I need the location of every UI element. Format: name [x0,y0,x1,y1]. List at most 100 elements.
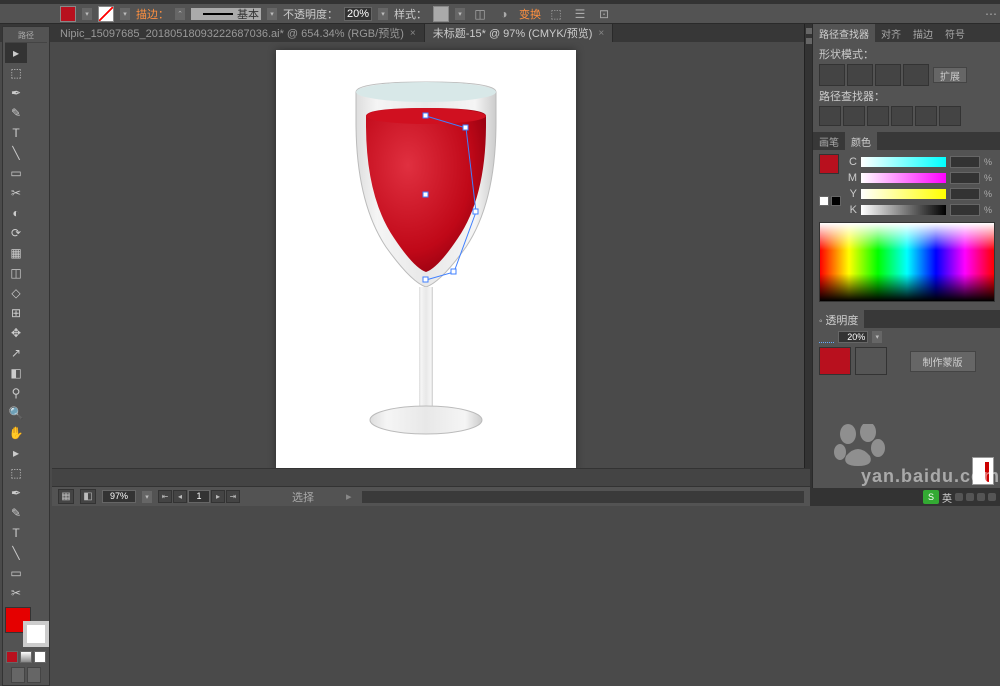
expand-button[interactable]: 扩展 [933,67,967,83]
stroke-style-select[interactable]: 基本 [191,8,261,20]
tool[interactable]: ▸ [5,443,27,463]
panel-tab[interactable]: 路径查找器 [813,24,875,42]
transform-label[interactable]: 变换 [519,6,541,22]
minus-back-icon[interactable] [939,106,961,126]
panel-fill-swatch[interactable] [819,154,839,174]
panel-tab[interactable]: 颜色 [845,132,877,150]
m-value[interactable] [950,172,980,184]
document-tab[interactable]: 未标题-15* @ 97% (CMYK/预览)× [425,24,614,42]
stroke-dropdown[interactable]: ▾ [120,8,130,20]
color-spectrum[interactable] [819,222,995,302]
white-swatch[interactable] [819,196,829,206]
divide-icon[interactable] [819,106,841,126]
stroke-color[interactable] [23,621,49,647]
tool-symbol[interactable]: ⊞ [5,303,27,323]
tool-selection[interactable]: ▸ [5,43,27,63]
document-tab[interactable]: Nipic_15097685_20180518093222687036.ai* … [52,24,425,42]
tool[interactable]: ╲ [5,543,27,563]
y-value[interactable] [950,188,980,200]
outline-icon[interactable] [915,106,937,126]
solid-color[interactable] [6,651,18,663]
zoom-input[interactable]: 97% [102,490,136,503]
mask-thumb[interactable] [855,347,887,375]
c-slider[interactable] [861,157,946,167]
tool[interactable]: ✂ [5,583,27,603]
k-value[interactable] [950,204,980,216]
h-scrollbar[interactable] [362,491,804,503]
crop-icon[interactable] [891,106,913,126]
trim-icon[interactable] [843,106,865,126]
merge-icon[interactable] [867,106,889,126]
tool-brush[interactable]: ✎ [5,103,27,123]
tool-hand[interactable]: ✋ [5,423,27,443]
tool-free-transform[interactable]: ✥ [5,323,27,343]
tool-zoom[interactable]: 🔍 [5,403,27,423]
doc-info-icon[interactable]: ◫ [471,5,489,23]
next-artboard[interactable]: ▸ [211,490,225,503]
tool-blend[interactable]: ◇ [5,283,27,303]
k-slider[interactable] [861,205,946,215]
none-color[interactable] [34,651,46,663]
exclude-icon[interactable] [903,64,929,86]
y-slider[interactable] [861,189,946,199]
intersect-icon[interactable] [875,64,901,86]
prev-artboard[interactable]: ◂ [173,490,187,503]
ime-icon[interactable]: S [923,490,939,504]
black-swatch[interactable] [831,196,841,206]
tool-gradient[interactable]: ◫ [5,263,27,283]
wine-glass-artwork[interactable] [326,72,526,452]
tool-direct[interactable]: ⬚ [5,63,27,83]
opacity-value[interactable]: 20% [838,331,868,343]
recolor-icon[interactable]: ◑ [495,5,513,23]
tool-artboard[interactable]: ◧ [5,363,27,383]
c-value[interactable] [950,156,980,168]
artboard[interactable] [276,50,576,470]
fill-dropdown[interactable]: ▾ [82,8,92,20]
ime-lang[interactable]: 英 [942,490,952,505]
screen-full[interactable] [27,667,41,683]
panel-tab[interactable]: 描边 [907,24,939,42]
fill-stroke-control[interactable] [5,607,49,647]
tool-rotate[interactable]: ◐ [5,203,27,223]
close-icon[interactable]: × [598,28,604,39]
stroke-swatch[interactable] [98,6,114,22]
tool-slice[interactable]: ⚲ [5,383,27,403]
layers-toggle-icon[interactable]: ◧ [80,489,96,504]
artboard-index[interactable]: 1 [188,490,210,503]
tool-rect[interactable]: ▭ [5,163,27,183]
panel-tab[interactable]: 对齐 [875,24,907,42]
isolate-icon[interactable]: ⊡ [595,5,613,23]
align-icon[interactable]: ☰ [571,5,589,23]
artboard-nav-icon[interactable]: ▦ [58,489,74,504]
panel-menu-icon[interactable]: ⋯ [982,5,1000,23]
m-slider[interactable] [861,173,946,183]
panel-tab[interactable]: ◦ 透明度 [813,310,864,328]
unite-icon[interactable] [819,64,845,86]
tool-eyedropper[interactable]: ↗ [5,343,27,363]
minus-front-icon[interactable] [847,64,873,86]
tool[interactable]: ▭ [5,563,27,583]
tool-scissors[interactable]: ✂ [5,183,27,203]
panel-tab[interactable]: 画笔 [813,132,845,150]
tool-type[interactable]: T [5,123,27,143]
opacity-input[interactable]: 20% [344,7,372,21]
tool-pen[interactable]: ✒ [5,83,27,103]
tool[interactable]: ⬚ [5,463,27,483]
blend-mode[interactable] [819,330,834,343]
first-artboard[interactable]: ⇤ [158,490,172,503]
gradient-color[interactable] [20,651,32,663]
tool[interactable]: ✒ [5,483,27,503]
tool[interactable]: T [5,523,27,543]
screen-normal[interactable] [11,667,25,683]
canvas[interactable] [52,42,810,484]
panel-tab[interactable]: 符号 [939,24,971,42]
arrange-icon[interactable]: ⬚ [547,5,565,23]
tool[interactable]: ✎ [5,503,27,523]
graphic-style[interactable] [433,6,449,22]
close-icon[interactable]: × [410,28,416,39]
make-mask-button[interactable]: 制作蒙版 [910,351,976,372]
tool-scale[interactable]: ⟳ [5,223,27,243]
opacity-thumb[interactable] [819,347,851,375]
tool-line[interactable]: ╲ [5,143,27,163]
fill-swatch[interactable] [60,6,76,22]
